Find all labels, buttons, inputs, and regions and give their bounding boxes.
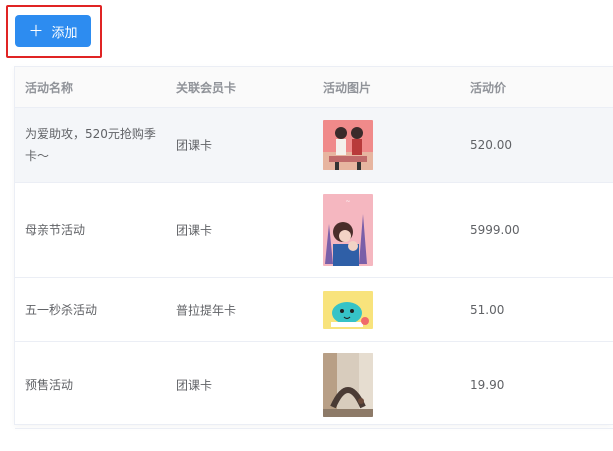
- add-button[interactable]: ＋ 添加: [15, 15, 91, 47]
- activity-image: [323, 120, 373, 170]
- table-header: 活动名称 关联会员卡 活动图片 活动价: [15, 67, 613, 108]
- activity-image: [323, 353, 373, 417]
- member-card: 普拉提年卡: [176, 303, 237, 317]
- activity-price: 51.00: [470, 302, 505, 317]
- table-row[interactable]: 母亲节活动 团课卡 ~ 5999.00: [15, 183, 613, 278]
- svg-text:~: ~: [345, 198, 350, 205]
- table-row[interactable]: 五一秒杀活动 普拉提年卡 51.00: [15, 278, 613, 342]
- activity-table: 活动名称 关联会员卡 活动图片 活动价 为爱助攻，520元抢购季卡～ 团课卡 5…: [14, 66, 613, 429]
- header-member-card: 关联会员卡: [176, 80, 237, 95]
- activity-price: 19.90: [470, 378, 505, 392]
- activity-name: 预售活动: [25, 378, 74, 392]
- activity-image: ~: [323, 194, 373, 266]
- member-card: 团课卡: [176, 223, 213, 238]
- yoga-backbend-photo-image: [323, 353, 373, 417]
- plus-icon: ＋: [28, 21, 44, 40]
- activity-image: [323, 290, 373, 329]
- member-card: 团课卡: [176, 378, 213, 393]
- table-row[interactable]: 为爱助攻，520元抢购季卡～ 团课卡 520.00: [15, 108, 613, 183]
- header-activity-image: 活动图片: [323, 80, 372, 95]
- couple-illustration-image: [323, 120, 373, 170]
- activity-price: 5999.00: [470, 223, 520, 237]
- activity-price: 520.00: [470, 138, 512, 152]
- activity-name: 为爱助攻，520元抢购季卡～: [25, 127, 156, 163]
- member-card: 团课卡: [176, 138, 213, 153]
- table-row[interactable]: 预售活动 团课卡 19.90: [15, 342, 613, 429]
- add-button-label: 添加: [51, 25, 78, 41]
- activity-name: 五一秒杀活动: [25, 302, 98, 317]
- activity-name: 母亲节活动: [25, 223, 86, 237]
- header-activity-price: 活动价: [470, 80, 507, 95]
- cartoon-character-illustration-image: [323, 290, 373, 329]
- header-activity-name: 活动名称: [25, 80, 74, 95]
- mother-child-illustration-image: ~: [323, 194, 373, 266]
